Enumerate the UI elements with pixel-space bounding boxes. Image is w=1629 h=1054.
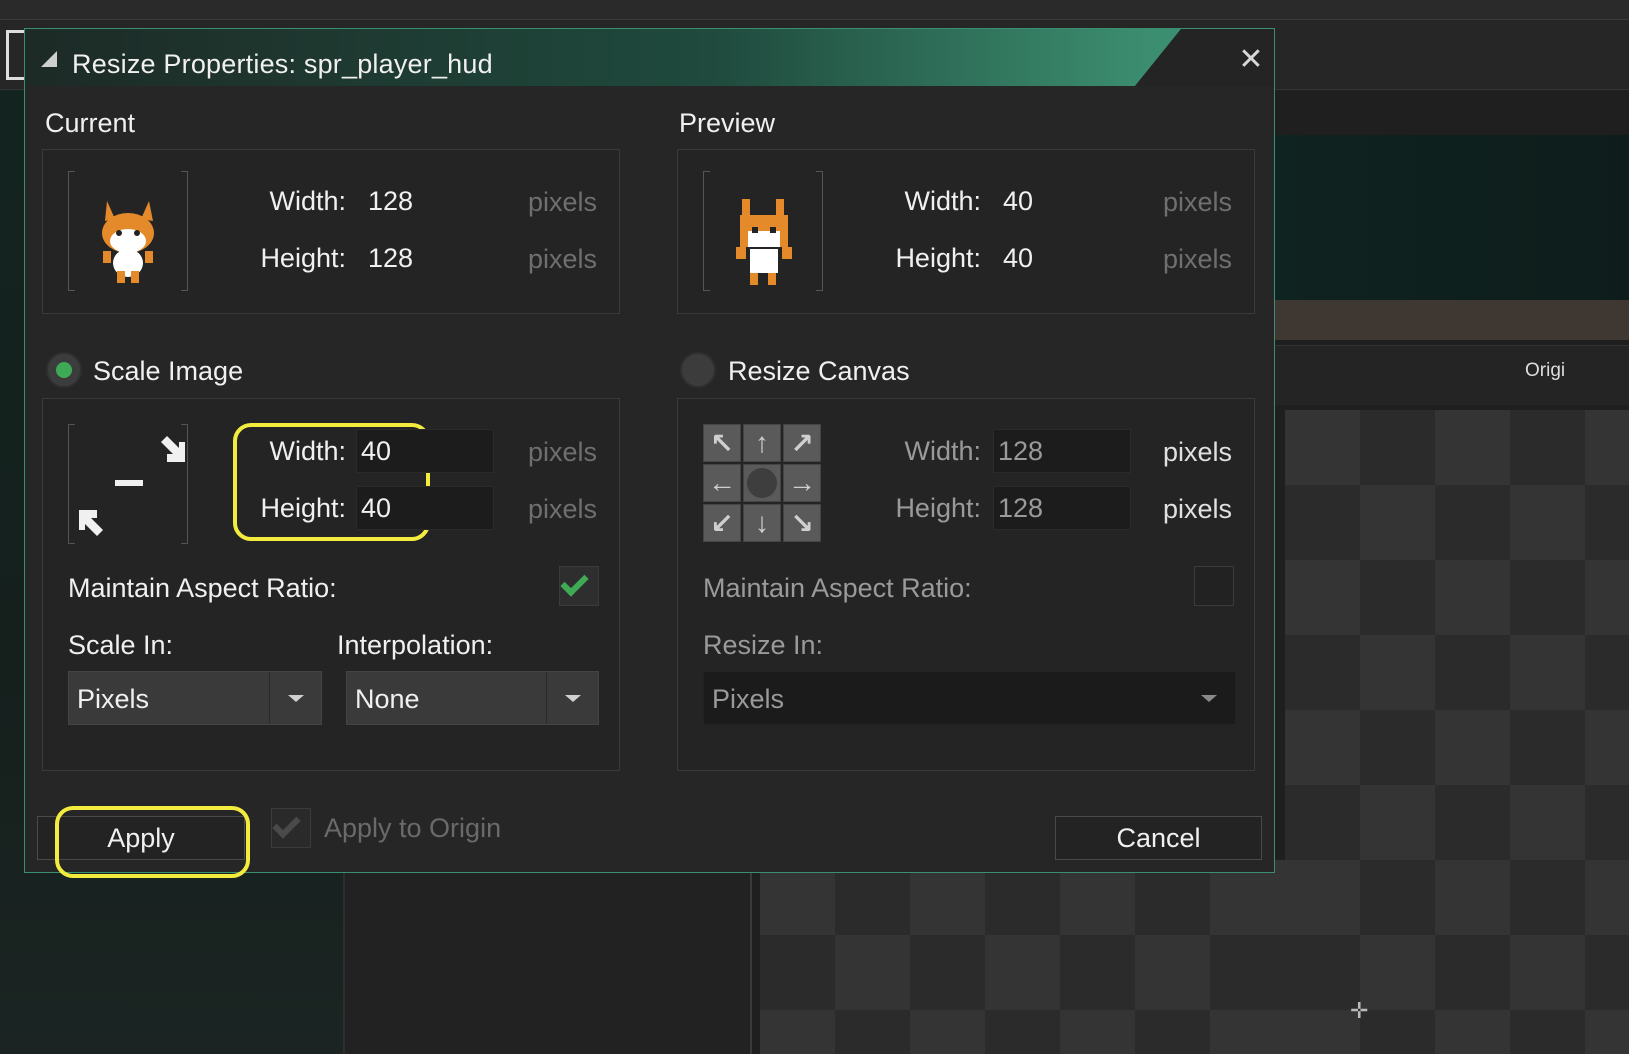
canvas-height-label: Height: [895, 493, 981, 523]
current-width-label: Width: [269, 186, 346, 216]
current-height-label: Height: [260, 243, 346, 273]
apply-to-origin-label: Apply to Origin [324, 813, 502, 843]
canvas-checkerboard[interactable] [760, 860, 1285, 1054]
chevron-down-icon[interactable] [546, 672, 598, 724]
scale-in-value: Pixels [77, 684, 150, 714]
preview-width-unit: pixels [1163, 187, 1233, 217]
ide-preview-area [1275, 135, 1629, 300]
anchor-bottom-icon[interactable]: ↓ [743, 504, 781, 542]
scale-height-label: Height: [260, 493, 346, 523]
preview-width-label: Width: [904, 186, 981, 216]
anchor-grid: ↖ ↑ ↗ ← → ↙ ↓ ↘ [703, 424, 823, 544]
scale-maintain-aspect-label: Maintain Aspect Ratio: [68, 573, 337, 603]
dialog-app-icon [41, 51, 57, 67]
anchor-right-icon[interactable]: → [783, 464, 821, 502]
canvas-height-input[interactable]: 128 [993, 486, 1131, 530]
origin-label: Origi [1525, 360, 1566, 381]
scale-image-radio[interactable] [46, 352, 82, 388]
apply-button-highlight [55, 806, 250, 878]
checkmark-icon [272, 810, 301, 839]
canvas-width-input[interactable]: 128 [993, 429, 1131, 473]
close-icon[interactable]: ✕ [1235, 45, 1267, 77]
canvas-width-label: Width: [904, 436, 981, 466]
scale-width-label: Width: [269, 436, 346, 466]
shrink-arrows-icon [79, 436, 185, 536]
canvas-height-unit: pixels [1163, 494, 1233, 524]
chevron-down-icon[interactable] [269, 672, 321, 724]
resize-in-select[interactable]: Pixels [703, 671, 1236, 725]
current-height-value: 128 [368, 243, 414, 273]
scale-image-label[interactable]: Scale Image [93, 356, 243, 387]
ide-divider[interactable] [750, 860, 752, 1054]
dialog-title: Resize Properties: spr_player_hud [72, 49, 493, 79]
resize-in-value: Pixels [712, 684, 785, 714]
preview-height-unit: pixels [1163, 244, 1233, 274]
ide-middle-panel [345, 860, 750, 1054]
anchor-center-icon[interactable] [743, 464, 781, 502]
scale-width-unit: pixels [528, 437, 598, 467]
chevron-down-icon[interactable] [1183, 672, 1235, 724]
ide-editor-header [1275, 345, 1629, 405]
resize-canvas-label[interactable]: Resize Canvas [728, 356, 910, 387]
current-sprite-thumbnail [68, 171, 188, 291]
current-width-unit: pixels [528, 187, 598, 217]
canvas-maintain-aspect-checkbox[interactable] [1194, 566, 1234, 606]
ide-divider[interactable] [343, 860, 345, 1054]
resize-in-label: Resize In: [703, 630, 824, 660]
anchor-top-icon[interactable]: ↑ [743, 424, 781, 462]
ide-strip [1275, 300, 1629, 340]
apply-to-origin-checkbox[interactable] [271, 808, 311, 848]
preview-sprite-thumbnail [703, 171, 823, 291]
preview-width-value: 40 [1003, 186, 1034, 216]
interpolation-value: None [355, 684, 420, 714]
checkmark-icon [560, 568, 589, 597]
canvas-maintain-aspect-label: Maintain Aspect Ratio: [703, 573, 972, 603]
interpolation-label: Interpolation: [337, 630, 494, 660]
ide-top-bar [0, 0, 1629, 20]
preview-label: Preview [679, 108, 776, 138]
anchor-top-left-icon[interactable]: ↖ [703, 424, 741, 462]
cat-sprite-icon [102, 201, 154, 283]
canvas-width-unit: pixels [1163, 437, 1233, 467]
scale-maintain-aspect-checkbox[interactable] [559, 566, 599, 606]
scale-width-input[interactable]: 40 [356, 429, 494, 473]
resize-canvas-radio[interactable] [680, 352, 716, 388]
cancel-button[interactable]: Cancel [1055, 816, 1262, 860]
preview-height-label: Height: [895, 243, 981, 273]
scale-height-unit: pixels [528, 494, 598, 524]
current-label: Current [45, 108, 136, 138]
preview-height-value: 40 [1003, 243, 1034, 273]
anchor-bottom-right-icon[interactable]: ↘ [783, 504, 821, 542]
anchor-top-right-icon[interactable]: ↗ [783, 424, 821, 462]
scale-in-select[interactable]: Pixels [68, 671, 322, 725]
anchor-left-icon[interactable]: ← [703, 464, 741, 502]
cat-sprite-pixelated-icon [736, 199, 792, 285]
anchor-bottom-left-icon[interactable]: ↙ [703, 504, 741, 542]
canvas-checkerboard[interactable] [1285, 410, 1629, 1054]
scale-shrink-indicator [68, 424, 188, 544]
current-height-unit: pixels [528, 244, 598, 274]
interpolation-select[interactable]: None [346, 671, 599, 725]
origin-crosshair-icon: ✛ [1350, 998, 1369, 1023]
current-width-value: 128 [368, 186, 414, 216]
scale-height-input[interactable]: 40 [356, 486, 494, 530]
scale-in-label: Scale In: [68, 630, 174, 660]
